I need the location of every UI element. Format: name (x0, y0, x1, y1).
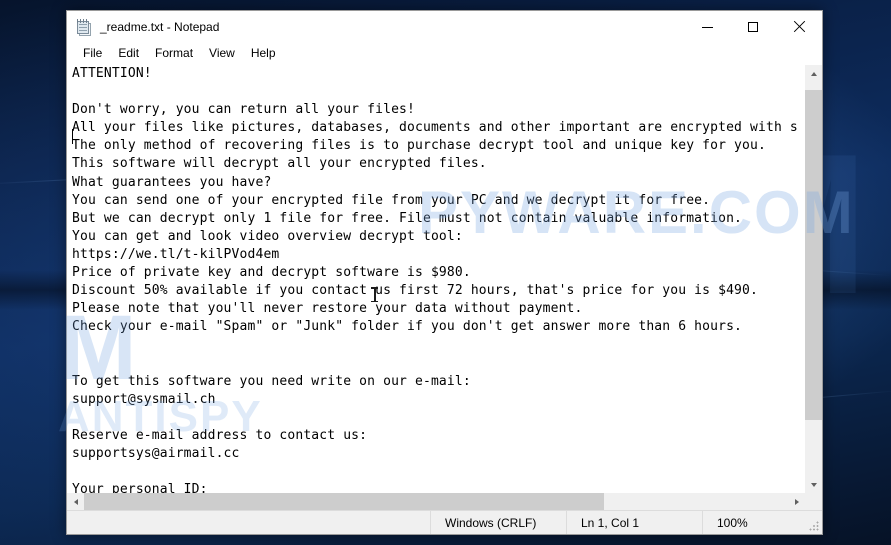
status-bar-spacer (67, 511, 430, 534)
menu-item-format[interactable]: Format (147, 44, 201, 63)
scrollbar-corner (805, 493, 822, 510)
vertical-scroll-thumb[interactable] (805, 90, 822, 420)
notepad-icon (76, 19, 92, 36)
minimize-button[interactable] (684, 11, 730, 43)
chevron-left-icon (73, 498, 78, 505)
editor-region: ATTENTION! Don't worry, you can return a… (67, 64, 822, 493)
scroll-left-button[interactable] (67, 493, 84, 510)
scroll-right-button[interactable] (788, 493, 805, 510)
close-icon (793, 21, 805, 33)
status-zoom-level: 100% (702, 511, 822, 534)
menu-item-file[interactable]: File (75, 44, 110, 63)
status-line-ending: Windows (CRLF) (430, 511, 566, 534)
vertical-scroll-track[interactable] (805, 82, 822, 476)
title-bar[interactable]: _readme.txt - Notepad (67, 11, 822, 43)
menu-item-edit[interactable]: Edit (110, 44, 147, 63)
close-button[interactable] (776, 11, 822, 43)
horizontal-scroll-thumb[interactable] (84, 493, 604, 510)
vertical-scrollbar[interactable] (804, 65, 822, 493)
status-bar: Windows (CRLF) Ln 1, Col 1 100% (67, 510, 822, 534)
scroll-down-button[interactable] (805, 476, 822, 493)
chevron-down-icon (810, 482, 817, 487)
horizontal-scroll-track[interactable] (84, 493, 788, 510)
text-area[interactable]: ATTENTION! Don't worry, you can return a… (67, 65, 804, 493)
menu-item-help[interactable]: Help (243, 44, 284, 63)
text-caret (72, 129, 73, 144)
document-text[interactable]: ATTENTION! Don't worry, you can return a… (72, 65, 804, 493)
horizontal-scrollbar[interactable] (67, 493, 822, 510)
window-controls (684, 11, 822, 43)
window-title: _readme.txt - Notepad (100, 20, 220, 34)
menu-item-view[interactable]: View (201, 44, 243, 63)
minimize-icon (701, 26, 713, 28)
menu-bar: File Edit Format View Help (67, 43, 822, 64)
scroll-up-button[interactable] (805, 65, 822, 82)
chevron-right-icon (794, 498, 799, 505)
resize-grip[interactable] (809, 521, 819, 531)
chevron-up-icon (810, 71, 817, 76)
status-cursor-position: Ln 1, Col 1 (566, 511, 702, 534)
notepad-window[interactable]: _readme.txt - Notepad File Edit Format V… (66, 10, 823, 535)
maximize-button[interactable] (730, 11, 776, 43)
maximize-icon (748, 22, 758, 32)
